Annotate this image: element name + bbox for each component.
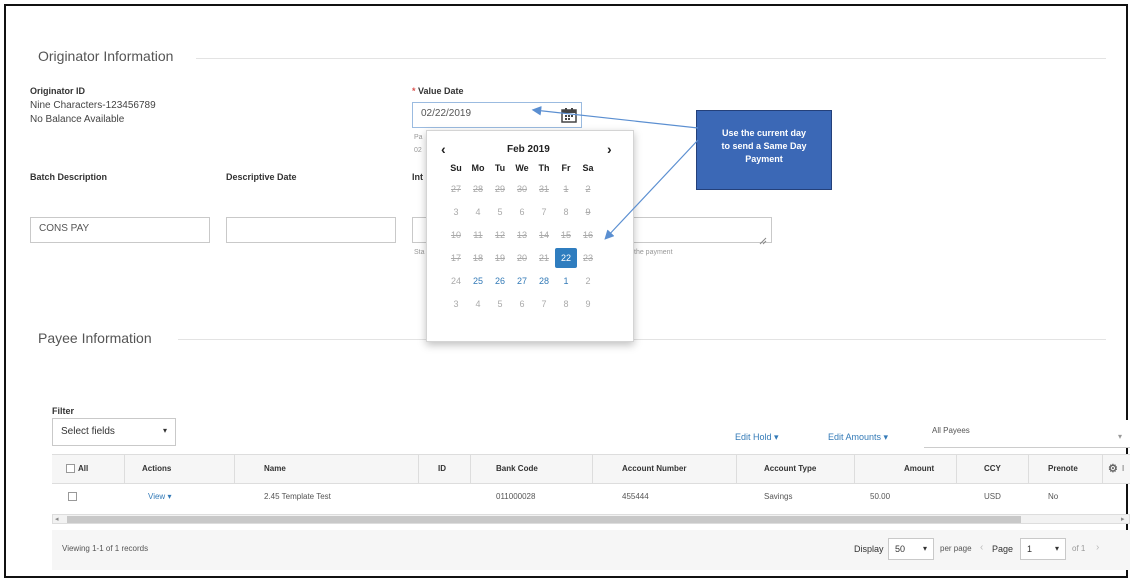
callout-arrows bbox=[531, 106, 699, 240]
arrow-to-date-input bbox=[531, 106, 699, 129]
arrow-to-selected-day bbox=[604, 139, 699, 240]
page-frame: Originator Information Originator ID Nin… bbox=[4, 4, 1130, 578]
